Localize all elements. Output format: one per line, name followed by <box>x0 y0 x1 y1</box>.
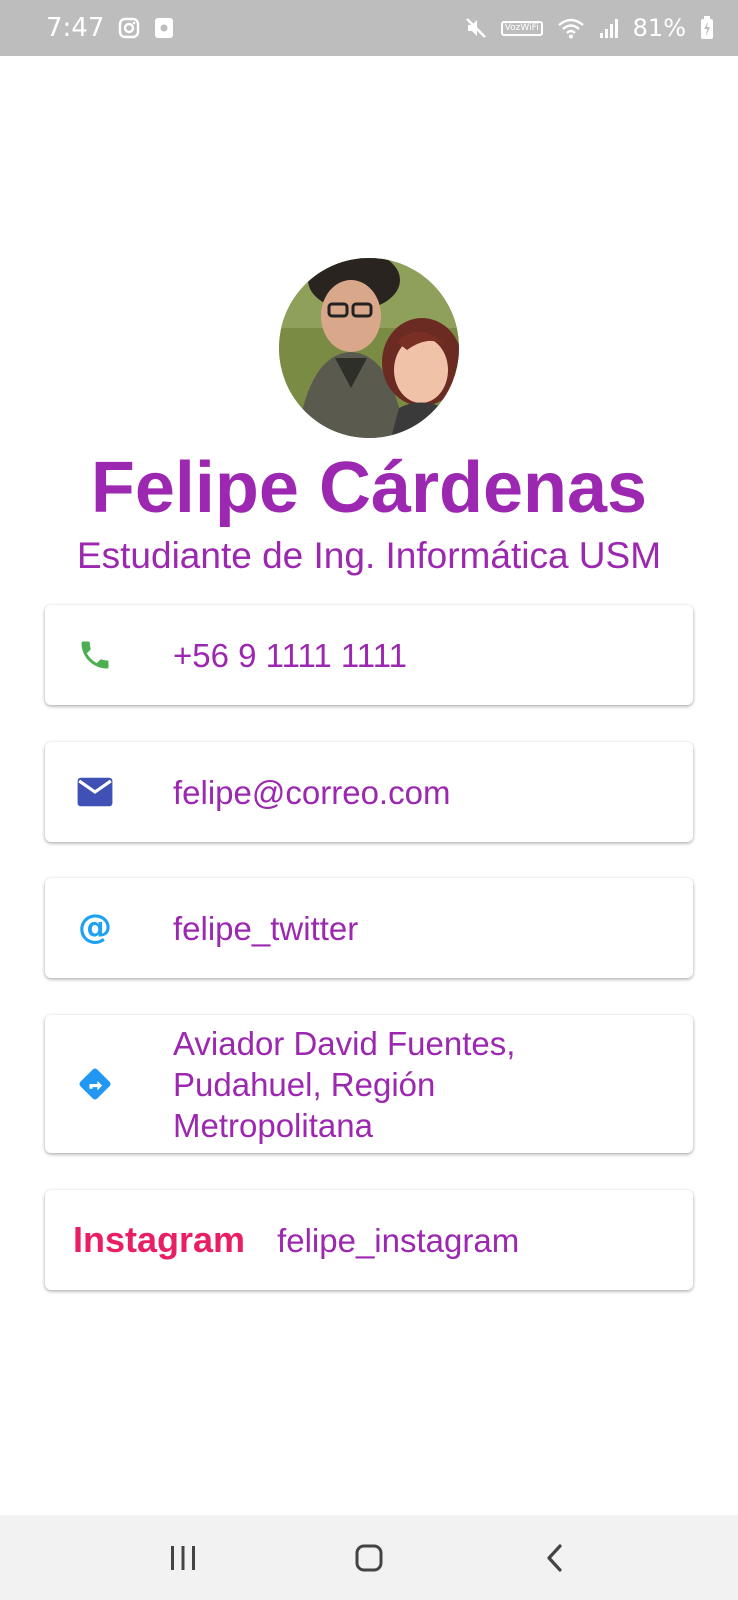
email-card[interactable]: felipe@correo.com <box>45 742 693 842</box>
address-text: Aviador David Fuentes, Pudahuel, Región Me… <box>173 1024 516 1144</box>
avatar <box>279 258 459 438</box>
instagram-label: Instagram <box>73 1219 246 1260</box>
wifi-icon <box>557 17 585 39</box>
address-card[interactable]: Aviador David Fuentes, Pudahuel, Región Me… <box>45 1015 693 1153</box>
instagram-handle: felipe_instagram <box>277 1221 520 1259</box>
battery-percent: 81% <box>632 14 686 42</box>
back-icon[interactable] <box>525 1528 585 1588</box>
recents-icon[interactable] <box>153 1528 213 1588</box>
email-address: felipe@correo.com <box>173 773 451 811</box>
profile-name: Felipe Cárdenas <box>90 448 648 528</box>
status-time: 7:47 <box>46 13 105 43</box>
status-bar-right: Voz WiFi 81% <box>465 14 714 42</box>
phone-number: +56 9 1111 1111 <box>173 636 407 674</box>
instagram-icon <box>118 17 140 39</box>
phone-card[interactable]: +56 9 1111 1111 <box>45 605 693 705</box>
phone-icon <box>75 637 115 673</box>
mute-icon <box>465 17 487 39</box>
instagram-card[interactable]: Instagram felipe_instagram <box>45 1190 693 1290</box>
profile-header: Felipe Cárdenas Estudiante de Ing. Infor… <box>0 258 738 578</box>
profile-subtitle: Estudiante de Ing. Informática USM <box>76 535 662 576</box>
status-bar: 7:47 Voz WiFi 81% <box>0 0 738 56</box>
battery-charging-icon <box>700 16 714 40</box>
notification-icon <box>154 17 174 39</box>
svg-text:@: @ <box>78 910 112 946</box>
twitter-card[interactable]: @ felipe_twitter <box>45 878 693 978</box>
twitter-handle: felipe_twitter <box>173 909 359 947</box>
directions-icon <box>75 1065 115 1103</box>
voz-wifi-icon: Voz WiFi <box>500 20 543 36</box>
status-bar-left: 7:47 <box>46 13 174 43</box>
home-icon[interactable] <box>339 1528 399 1588</box>
navigation-bar <box>0 1515 738 1600</box>
email-icon <box>75 776 115 808</box>
signal-icon <box>599 17 619 39</box>
at-icon: @ <box>75 910 115 946</box>
